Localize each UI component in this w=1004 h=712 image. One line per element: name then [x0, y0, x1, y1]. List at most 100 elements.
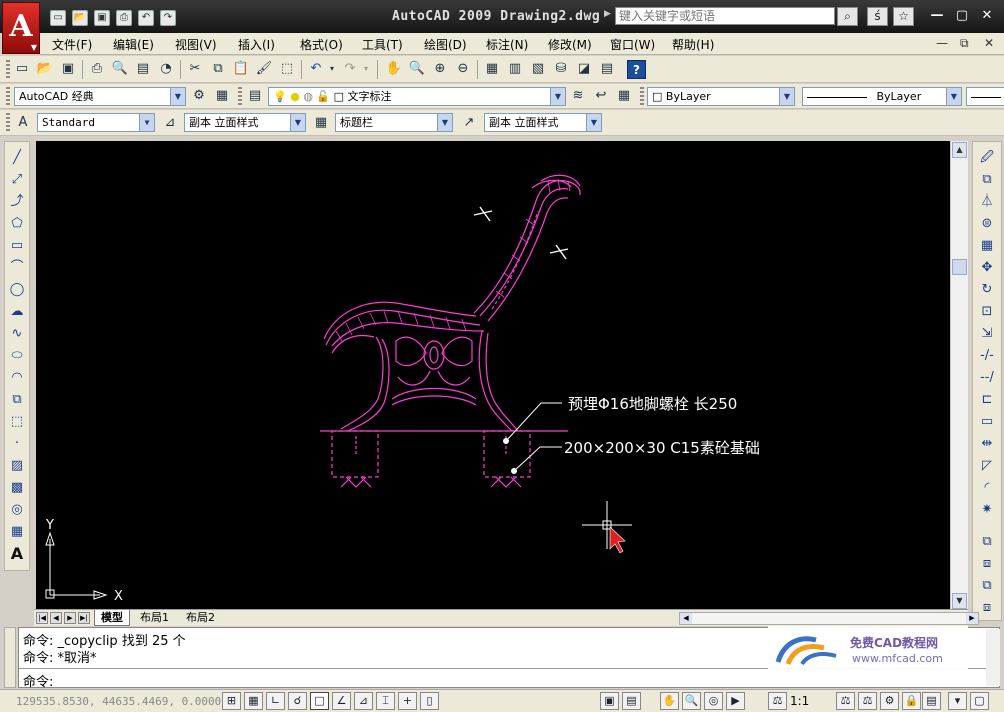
annotation-visibility-icon[interactable]: ⚖	[836, 692, 855, 710]
status-menu-icon[interactable]: ▾	[948, 692, 967, 710]
extend-icon[interactable]: --/	[977, 368, 997, 388]
chamfer-icon[interactable]: ◸	[977, 456, 997, 476]
plot-icon[interactable]: ⎙	[87, 59, 107, 79]
search-input[interactable]	[615, 7, 835, 25]
minimize-icon[interactable]: —	[928, 8, 946, 24]
dynamic-input-icon[interactable]: ⌶	[376, 692, 395, 710]
menu-view[interactable]: 视图(V)	[175, 36, 217, 53]
workspace-settings-gear-icon[interactable]: ⚙	[189, 86, 209, 106]
menu-format[interactable]: 格式(O)	[300, 36, 343, 53]
polar-tracking-icon[interactable]: ☌	[288, 692, 307, 710]
coordinate-readout[interactable]: 129535.8530, 44635.4469, 0.0000	[16, 695, 221, 708]
menu-insert[interactable]: 插入(I)	[238, 36, 275, 53]
multiline-text-icon[interactable]: A	[7, 544, 27, 564]
print-icon[interactable]: ⎙	[116, 10, 132, 26]
layer-previous-icon[interactable]: ↩	[591, 86, 611, 106]
trim-icon[interactable]: -/-	[977, 346, 997, 366]
paste-icon[interactable]: 📋	[231, 59, 251, 79]
annotation-scale-icon[interactable]: ⚖	[768, 692, 787, 710]
revision-cloud-icon[interactable]: ☁	[7, 302, 27, 322]
auto-scale-icon[interactable]: ⚖	[858, 692, 877, 710]
save-icon[interactable]: ▣	[94, 10, 110, 26]
annotation-scale-value[interactable]: 1:1	[790, 694, 809, 708]
toolbar-grip[interactable]	[238, 87, 242, 106]
canvas-horizontal-scrollbar[interactable]: ◀ ▶	[679, 612, 979, 625]
toolbar-grip[interactable]	[6, 60, 10, 79]
application-menu-button[interactable]: A ▼	[2, 2, 40, 54]
zoom-realtime-icon[interactable]: 🔍	[407, 59, 427, 79]
open-icon[interactable]: 📂	[35, 59, 55, 79]
copy-object-icon[interactable]: ⧉	[977, 170, 997, 190]
line-icon[interactable]: ╱	[7, 148, 27, 168]
first-tab-icon[interactable]: |◀	[36, 612, 48, 624]
toolbar-grip[interactable]	[6, 113, 10, 133]
menu-file[interactable]: 文件(F)	[52, 36, 92, 53]
calculator-icon[interactable]: ▤	[597, 59, 617, 79]
draworder-under-icon[interactable]: ⧈	[977, 598, 997, 618]
command-window-grip[interactable]	[4, 627, 16, 688]
sheet-set-icon[interactable]: ⛁	[551, 59, 571, 79]
stretch-icon[interactable]: ⇲	[977, 324, 997, 344]
redo-dropdown-icon[interactable]: ▾	[360, 59, 372, 79]
pan-status-icon[interactable]: ✋	[660, 692, 679, 710]
workspace-select[interactable]: AutoCAD 经典 ▼	[14, 87, 186, 106]
properties-icon[interactable]: ▦	[482, 59, 502, 79]
doc-restore-icon[interactable]: ⧉	[960, 36, 969, 51]
clean-screen-icon[interactable]: ▢	[970, 692, 989, 710]
tab-layout2[interactable]: 布局2	[180, 610, 221, 626]
multileader-style-icon[interactable]: ↗	[459, 113, 479, 133]
next-tab-icon[interactable]: ▶	[64, 612, 76, 624]
undo-dropdown-icon[interactable]: ▾	[326, 59, 338, 79]
workspace-lock-icon[interactable]: ▦	[212, 86, 232, 106]
table-icon[interactable]: ▦	[7, 522, 27, 542]
break-icon[interactable]: ▭	[977, 412, 997, 432]
drawing-canvas[interactable]: 预埋Φ16地脚螺栓 长250 200×200×30 C15素砼基础 Y X	[36, 141, 950, 609]
quick-properties-icon[interactable]: ▯	[420, 692, 439, 710]
tool-palettes-icon[interactable]: ▧	[528, 59, 548, 79]
construction-line-icon[interactable]: ⤢	[7, 170, 27, 190]
table-style-icon[interactable]: ▦	[311, 113, 331, 133]
command-window-scrollbar[interactable]	[986, 629, 1000, 686]
tab-model[interactable]: 模型	[94, 610, 130, 626]
new-file-icon[interactable]: ▭	[50, 10, 66, 26]
close-icon[interactable]: ✕	[978, 8, 996, 24]
tab-layout1[interactable]: 布局1	[134, 610, 175, 626]
menu-help[interactable]: 帮助(H)	[672, 36, 714, 53]
scroll-up-icon[interactable]: ▲	[952, 142, 967, 158]
menu-dimension[interactable]: 标注(N)	[486, 36, 528, 53]
join-icon[interactable]: ⇹	[977, 434, 997, 454]
lineweight-select[interactable]	[966, 87, 1004, 106]
color-select[interactable]: □ ByLayer ▼	[647, 87, 795, 106]
pan-icon[interactable]: ✋	[384, 59, 404, 79]
maximize-icon[interactable]: ▢	[953, 8, 971, 24]
zoom-previous-icon[interactable]: ⊖	[453, 59, 473, 79]
model-space-icon[interactable]: ▣	[600, 692, 619, 710]
help-icon[interactable]: ?	[627, 60, 646, 79]
subscription-icon[interactable]: ś	[867, 7, 888, 26]
favorites-star-icon[interactable]: ☆	[893, 7, 914, 26]
table-style-select[interactable]: 标题栏 ▼	[335, 113, 453, 132]
layer-properties-icon[interactable]: ▤	[245, 86, 265, 106]
grid-display-icon[interactable]: ▦	[244, 692, 263, 710]
3d-dwf-icon[interactable]: ◔	[156, 59, 176, 79]
open-folder-icon[interactable]: 📂	[72, 10, 88, 26]
text-style-select[interactable]: Standard ▼	[37, 113, 155, 132]
qnew-icon[interactable]: ▭	[12, 59, 32, 79]
multileader-style-select[interactable]: 副本 立面样式 ▼	[484, 113, 602, 132]
ellipse-icon[interactable]: ⬭	[7, 346, 27, 366]
dimension-style-icon[interactable]: ⊿	[160, 113, 180, 133]
zoom-status-icon[interactable]: 🔍	[682, 692, 701, 710]
mirror-icon[interactable]: ⏃	[977, 192, 997, 212]
ortho-mode-icon[interactable]: ∟	[266, 692, 285, 710]
layer-states-icon[interactable]: ▦	[614, 86, 634, 106]
menu-edit[interactable]: 编辑(E)	[113, 36, 154, 53]
search-icon[interactable]: ⌕	[837, 7, 858, 26]
plot-preview-icon[interactable]: 🔍	[110, 59, 130, 79]
copy-icon[interactable]: ⧉	[208, 59, 228, 79]
menu-window[interactable]: 窗口(W)	[610, 36, 655, 53]
point-icon[interactable]: ·	[7, 434, 27, 454]
doc-close-icon[interactable]: ✕	[984, 36, 994, 50]
menu-draw[interactable]: 绘图(D)	[424, 36, 467, 53]
toolbar-grip[interactable]	[6, 87, 10, 106]
last-tab-icon[interactable]: ▶|	[78, 612, 90, 624]
